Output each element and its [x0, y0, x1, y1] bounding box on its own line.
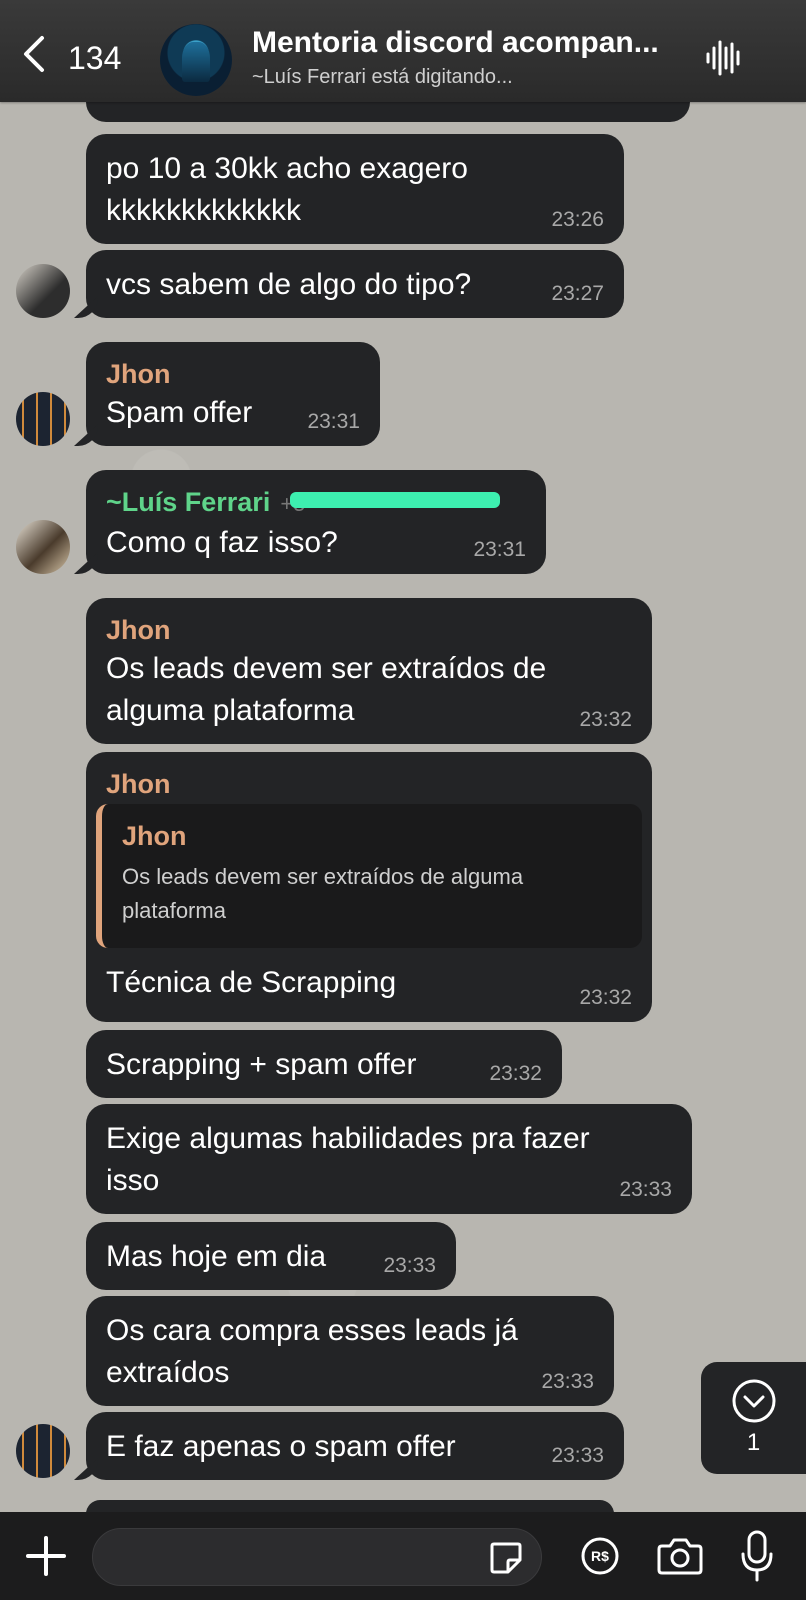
message-text: Técnica de Scrapping — [106, 966, 397, 999]
message-time: 23:32 — [579, 708, 632, 731]
message-text: E faz apenas o spam offer — [106, 1430, 456, 1463]
chat-header: 134 Mentoria discord acompan... ~Luís Fe… — [0, 0, 806, 102]
unread-chats-count[interactable]: 134 — [68, 40, 121, 77]
redacted-phone-number: +5 — [280, 486, 501, 522]
message-text: Os cara compra esses leads já extraídos — [106, 1314, 518, 1389]
avatar[interactable] — [16, 392, 70, 446]
message-text: Os leads devem ser extraídos de alguma p… — [106, 652, 547, 727]
typing-status: ~Luís Ferrari está digitando... — [252, 66, 513, 88]
message-bubble[interactable]: Scrapping + spam offer 23:32 — [86, 1030, 562, 1098]
svg-text:R$: R$ — [591, 1548, 609, 1564]
quoted-message[interactable]: Jhon Os leads devem ser extraídos de alg… — [96, 804, 642, 948]
sender-name[interactable]: Jhon — [106, 356, 360, 392]
quoted-sender: Jhon — [122, 821, 187, 851]
message-bubble[interactable]: Os cara compra esses leads já extraídos … — [86, 1296, 614, 1406]
message-bubble[interactable]: Jhon Spam offer 23:31 — [86, 342, 380, 446]
redaction-mark — [290, 491, 501, 508]
message-text: Scrapping + spam offer — [106, 1048, 417, 1081]
payment-icon[interactable]: R$ — [580, 1536, 620, 1576]
sticker-icon[interactable] — [488, 1540, 524, 1576]
message-bubble[interactable]: ~Luís Ferrari +5 Como q faz isso? 23:31 — [86, 470, 546, 574]
message-time: 23:33 — [383, 1254, 436, 1277]
message-text: po 10 a 30kk acho exagero kkkkkkkkkkkkk — [106, 152, 468, 227]
plus-icon[interactable] — [24, 1534, 68, 1578]
sender-name[interactable]: Jhon — [106, 766, 632, 802]
chevron-left-icon — [24, 36, 44, 72]
microphone-icon[interactable] — [740, 1530, 774, 1582]
message-time: 23:33 — [619, 1178, 672, 1201]
group-avatar[interactable] — [160, 24, 232, 96]
message-time: 23:33 — [541, 1370, 594, 1393]
composer-bar: R$ — [0, 1512, 806, 1600]
avatar[interactable] — [16, 520, 70, 574]
message-bubble[interactable]: po 10 a 30kk acho exagero kkkkkkkkkkkkk … — [86, 134, 624, 244]
message-time: 23:31 — [307, 410, 360, 433]
message-time: 23:26 — [551, 208, 604, 231]
message-time: 23:27 — [551, 282, 604, 305]
message-bubble[interactable]: E faz apenas o spam offer 23:33 — [86, 1412, 624, 1480]
message-time: 23:32 — [579, 986, 632, 1009]
message-time: 23:31 — [473, 538, 526, 561]
sender-name[interactable]: Jhon — [106, 612, 632, 648]
sender-name-text: ~Luís Ferrari — [106, 487, 271, 517]
chat-title[interactable]: Mentoria discord acompan... — [252, 26, 682, 60]
message-bubble[interactable]: Exige algumas habilidades pra fazer isso… — [86, 1104, 692, 1214]
message-time: 23:33 — [551, 1444, 604, 1467]
message-bubble[interactable]: vcs sabem de algo do tipo? 23:27 — [86, 250, 624, 318]
avatar[interactable] — [16, 1424, 70, 1478]
quoted-text: Os leads devem ser extraídos de alguma p… — [122, 864, 524, 923]
scroll-to-bottom-button[interactable]: 1 — [701, 1362, 806, 1474]
message-bubble[interactable]: Jhon Os leads devem ser extraídos de alg… — [86, 598, 652, 744]
camera-icon[interactable] — [656, 1536, 704, 1576]
chevron-down-circle-icon — [732, 1379, 775, 1423]
message-input[interactable] — [92, 1528, 542, 1586]
sender-name[interactable]: ~Luís Ferrari +5 — [106, 484, 526, 522]
voice-chat-icon[interactable] — [704, 38, 744, 78]
unread-badge: 1 — [746, 1429, 761, 1456]
avatar[interactable] — [16, 264, 70, 318]
message-time: 23:32 — [489, 1062, 542, 1085]
message-text: Como q faz isso? — [106, 525, 338, 559]
message-text: vcs sabem de algo do tipo? — [106, 268, 472, 301]
reply-message-bubble[interactable]: Jhon Jhon Os leads devem ser extraídos d… — [86, 752, 652, 1022]
message-text: Exige algumas habilidades pra fazer isso — [106, 1122, 590, 1197]
message-bubble[interactable]: Mas hoje em dia 23:33 — [86, 1222, 456, 1290]
